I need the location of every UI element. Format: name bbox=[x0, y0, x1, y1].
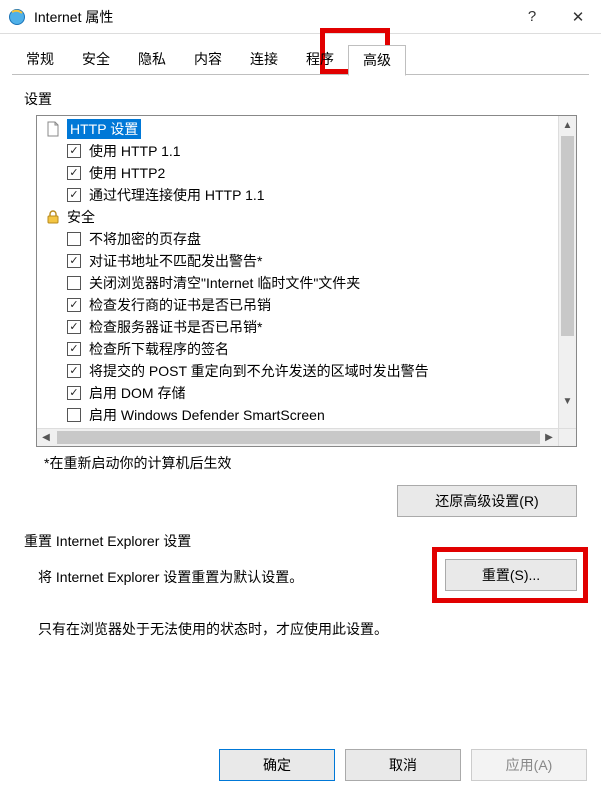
checkbox[interactable] bbox=[67, 320, 81, 334]
tree-item-label: 使用 HTTP 1.1 bbox=[89, 141, 181, 161]
page-icon bbox=[45, 121, 61, 137]
tree-item-label: 将提交的 POST 重定向到不允许发送的区域时发出警告 bbox=[89, 361, 429, 381]
tree-item[interactable]: 使用 HTTP 1.1 bbox=[67, 140, 576, 162]
tree-category[interactable]: 安全 bbox=[45, 206, 576, 228]
scroll-down-icon[interactable]: ▼ bbox=[559, 392, 576, 410]
checkbox[interactable] bbox=[67, 144, 81, 158]
horizontal-scroll-thumb[interactable] bbox=[57, 431, 540, 444]
tree-item-label: 检查所下载程序的签名 bbox=[89, 339, 229, 359]
checkbox[interactable] bbox=[67, 188, 81, 202]
reset-section-label: 重置 Internet Explorer 设置 bbox=[24, 531, 577, 551]
horizontal-scrollbar[interactable]: ◀ ▶ bbox=[37, 428, 576, 446]
tree-category-label: HTTP 设置 bbox=[67, 119, 141, 139]
scroll-left-icon[interactable]: ◀ bbox=[37, 429, 55, 446]
tree-item-label: 通过代理连接使用 HTTP 1.1 bbox=[89, 185, 265, 205]
checkbox[interactable] bbox=[67, 232, 81, 246]
checkbox[interactable] bbox=[67, 342, 81, 356]
advanced-settings-tree[interactable]: HTTP 设置使用 HTTP 1.1使用 HTTP2通过代理连接使用 HTTP … bbox=[36, 115, 577, 447]
tree-item-label: 启用 Windows Defender SmartScreen bbox=[89, 405, 325, 425]
checkbox[interactable] bbox=[67, 166, 81, 180]
tree-item[interactable]: 检查所下载程序的签名 bbox=[67, 338, 576, 360]
vertical-scrollbar[interactable]: ▲ ▼ bbox=[558, 116, 576, 428]
dialog-action-bar: 确定 取消 应用(A) bbox=[0, 739, 601, 795]
tree-item[interactable]: 不将加密的页存盘 bbox=[67, 228, 576, 250]
tree-category-label: 安全 bbox=[67, 207, 95, 227]
checkbox[interactable] bbox=[67, 408, 81, 422]
reset-description: 将 Internet Explorer 设置重置为默认设置。 bbox=[38, 559, 303, 587]
tree-item-label: 对证书地址不匹配发出警告* bbox=[89, 251, 262, 271]
tree-item[interactable]: 检查发行商的证书是否已吊销 bbox=[67, 294, 576, 316]
tree-item[interactable]: 启用 Windows Defender SmartScreen bbox=[67, 404, 576, 426]
tab-1[interactable]: 安全 bbox=[68, 45, 124, 76]
close-button[interactable]: ✕ bbox=[555, 0, 601, 34]
lock-icon bbox=[45, 209, 61, 225]
tree-item-label: 使用 HTTP2 bbox=[89, 163, 165, 183]
help-button[interactable]: ? bbox=[509, 0, 555, 34]
tree-item[interactable]: 通过代理连接使用 HTTP 1.1 bbox=[67, 184, 576, 206]
tree-category[interactable]: HTTP 设置 bbox=[45, 118, 576, 140]
checkbox[interactable] bbox=[67, 276, 81, 290]
tab-strip: 常规安全隐私内容连接程序高级 bbox=[0, 34, 601, 75]
checkbox[interactable] bbox=[67, 254, 81, 268]
tab-0[interactable]: 常规 bbox=[12, 45, 68, 76]
checkbox[interactable] bbox=[67, 298, 81, 312]
tab-6[interactable]: 高级 bbox=[348, 45, 406, 76]
ok-button[interactable]: 确定 bbox=[219, 749, 335, 781]
settings-label: 设置 bbox=[24, 89, 577, 109]
tree-item-label: 启用 DOM 存储 bbox=[89, 383, 185, 403]
restore-advanced-button[interactable]: 还原高级设置(R) bbox=[397, 485, 577, 517]
tree-item[interactable]: 启用 DOM 存储 bbox=[67, 382, 576, 404]
tree-item-label: 检查服务器证书是否已吊销* bbox=[89, 317, 262, 337]
tab-5[interactable]: 程序 bbox=[292, 45, 348, 76]
cancel-button[interactable]: 取消 bbox=[345, 749, 461, 781]
tab-2[interactable]: 隐私 bbox=[124, 45, 180, 76]
restart-note: *在重新启动你的计算机后生效 bbox=[44, 453, 577, 473]
tab-3[interactable]: 内容 bbox=[180, 45, 236, 76]
checkbox[interactable] bbox=[67, 386, 81, 400]
tree-item-label: 不将加密的页存盘 bbox=[89, 229, 201, 249]
tree-item[interactable]: 检查服务器证书是否已吊销* bbox=[67, 316, 576, 338]
tree-item-label: 关闭浏览器时清空"Internet 临时文件"文件夹 bbox=[89, 273, 360, 293]
tree-item[interactable]: 使用 HTTP2 bbox=[67, 162, 576, 184]
scroll-right-icon[interactable]: ▶ bbox=[540, 429, 558, 446]
scroll-up-icon[interactable]: ▲ bbox=[559, 116, 576, 134]
apply-button[interactable]: 应用(A) bbox=[471, 749, 587, 781]
tree-item[interactable]: 关闭浏览器时清空"Internet 临时文件"文件夹 bbox=[67, 272, 576, 294]
ie-icon bbox=[8, 8, 26, 26]
reset-button[interactable]: 重置(S)... bbox=[445, 559, 577, 591]
checkbox[interactable] bbox=[67, 364, 81, 378]
tree-item-label: 检查发行商的证书是否已吊销 bbox=[89, 295, 271, 315]
vertical-scroll-thumb[interactable] bbox=[561, 136, 574, 336]
tab-4[interactable]: 连接 bbox=[236, 45, 292, 76]
reset-note: 只有在浏览器处于无法使用的状态时，才应使用此设置。 bbox=[38, 619, 577, 639]
window-title: Internet 属性 bbox=[34, 7, 113, 27]
tree-item[interactable]: 将提交的 POST 重定向到不允许发送的区域时发出警告 bbox=[67, 360, 576, 382]
tree-item[interactable]: 对证书地址不匹配发出警告* bbox=[67, 250, 576, 272]
